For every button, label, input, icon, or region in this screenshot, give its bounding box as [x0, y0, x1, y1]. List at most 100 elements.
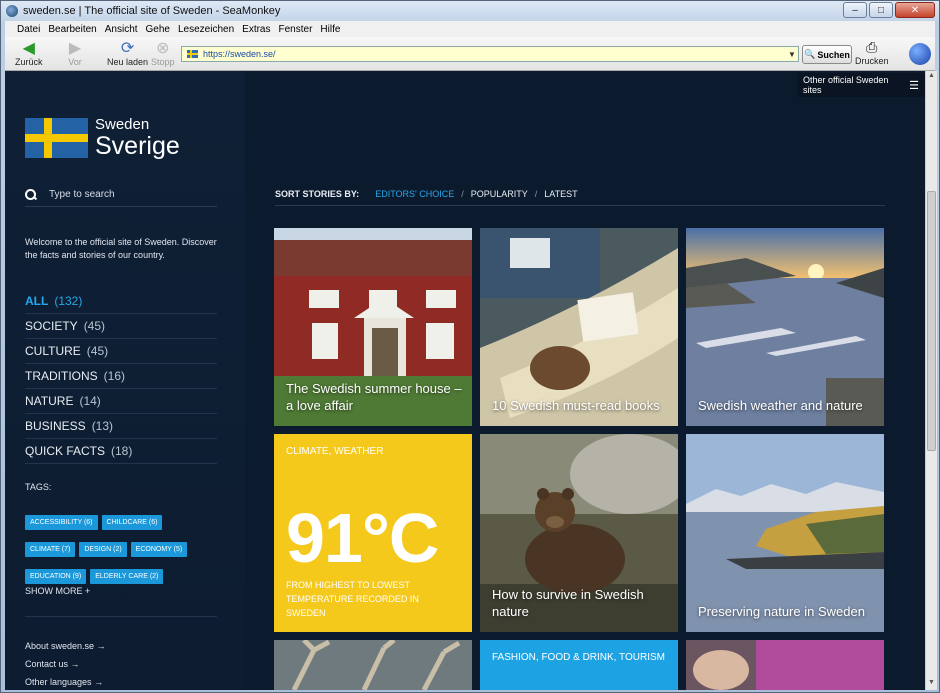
tag-climate[interactable]: CLIMATE (7) [25, 542, 76, 557]
window-title: sweden.se | The official site of Sweden … [23, 5, 281, 17]
category-all[interactable]: ALL (132) [25, 289, 217, 314]
seamonkey-logo-icon [909, 43, 931, 65]
menu-file[interactable]: Datei [17, 24, 40, 35]
tag-education[interactable]: EDUCATION (9) [25, 569, 87, 584]
reload-button[interactable]: ⟳ Neu laden [107, 39, 148, 67]
forward-arrow-icon: ▶ [68, 40, 82, 57]
site-sidebar: Sweden Sverige Type to search Welcome to… [5, 71, 245, 690]
swedish-flag-icon [25, 118, 88, 158]
site-logo[interactable]: Sweden Sverige [25, 117, 180, 159]
story-card-books[interactable]: 10 Swedish must-read books [480, 228, 678, 426]
logo-sweden: Sweden [95, 116, 150, 133]
scrollbar-thumb[interactable] [927, 191, 936, 451]
card-caption: Swedish weather and nature [698, 398, 863, 413]
url-dropdown-icon[interactable]: ▼ [786, 50, 798, 59]
menu-go[interactable]: Gehe [146, 24, 170, 35]
url-bar[interactable]: https://sweden.se/ ▼ [181, 46, 799, 62]
logo-sverige: Sverige [95, 132, 180, 160]
card-text: FROM HIGHEST TO LOWEST TEMPERATURE RECOR… [286, 580, 419, 618]
sort-latest[interactable]: LATEST [544, 189, 577, 199]
category-quick-facts[interactable]: QUICK FACTS (18) [25, 439, 217, 464]
card-category: CLIMATE, WEATHER [286, 446, 384, 457]
print-button[interactable]: ⎙ Drucken [855, 39, 889, 66]
card-category: FASHION, FOOD & DRINK, TOURISM [492, 652, 665, 663]
arrow-right-icon: → [94, 677, 104, 687]
divider [25, 616, 217, 617]
hamburger-icon: ☰ [909, 79, 919, 92]
reload-icon: ⟳ [120, 40, 135, 57]
site-flag-icon [187, 50, 198, 58]
story-card-antlers[interactable] [274, 640, 472, 690]
category-society[interactable]: SOCIETY (45) [25, 314, 217, 339]
scroll-down-icon[interactable]: ▼ [927, 679, 936, 689]
link-about[interactable]: About sweden.se → [25, 641, 106, 659]
story-card-summer-house[interactable]: The Swedish summer house – a love affair [274, 228, 472, 426]
story-card-survive-nature[interactable]: How to survive in Swedish nature [480, 434, 678, 632]
card-caption: How to survive in Swedish nature [492, 587, 644, 619]
search-icon [25, 188, 37, 201]
tag-accessibility[interactable]: ACCESSIBILITY (6) [25, 515, 98, 530]
sort-editors-choice[interactable]: EDITORS' CHOICE [375, 189, 454, 199]
menu-bar: Datei Bearbeiten Ansicht Gehe Lesezeiche… [5, 21, 935, 37]
menu-view[interactable]: Ansicht [105, 24, 138, 35]
reindeer-antlers-image [274, 640, 472, 690]
menu-help[interactable]: Hilfe [320, 24, 340, 35]
story-card-crafts[interactable] [686, 640, 884, 690]
category-nature[interactable]: NATURE (14) [25, 389, 217, 414]
menu-window[interactable]: Fenster [279, 24, 313, 35]
forward-button[interactable]: ▶ Vor [65, 39, 85, 67]
menu-edit[interactable]: Bearbeiten [48, 24, 96, 35]
site-search-input[interactable]: Type to search [25, 183, 217, 207]
story-card-preserving-nature[interactable]: Preserving nature in Sweden [686, 434, 884, 632]
url-text: https://sweden.se/ [203, 49, 276, 59]
other-sites-button[interactable]: Other official Sweden sites ☰ [797, 73, 925, 97]
vertical-scrollbar[interactable]: ▲ ▼ [925, 71, 937, 690]
nav-toolbar: ◀ Zurück ▶ Vor ⟳ Neu laden ⊗ Stopp https… [5, 37, 935, 71]
plus-icon: + [85, 586, 91, 596]
story-card-temperature[interactable]: CLIMATE, WEATHER 91°C FROM HIGHEST TO LO… [274, 434, 472, 632]
browser-window: sweden.se | The official site of Sweden … [0, 0, 940, 693]
search-icon: 🔍 [804, 49, 816, 59]
close-button[interactable]: ✕ [895, 2, 935, 18]
crafts-image [686, 640, 884, 690]
welcome-text: Welcome to the official site of Sweden. … [25, 237, 217, 260]
link-other-languages[interactable]: Other languages → [25, 677, 106, 690]
back-button[interactable]: ◀ Zurück [15, 39, 43, 67]
arrow-right-icon: → [70, 659, 80, 669]
arrow-right-icon: → [96, 641, 106, 651]
search-placeholder: Type to search [49, 189, 115, 200]
show-more-button[interactable]: SHOW MORE + [25, 586, 90, 596]
tags-heading: TAGS: [25, 482, 52, 492]
category-business[interactable]: BUSINESS (13) [25, 414, 217, 439]
printer-icon: ⎙ [866, 39, 878, 55]
category-list: ALL (132) SOCIETY (45) CULTURE (45) TRADITI… [25, 289, 217, 464]
search-button[interactable]: 🔍 Suchen [802, 45, 852, 64]
tag-design[interactable]: DESIGN (2) [79, 542, 127, 557]
card-big-number: 91°C [286, 499, 439, 577]
story-card-fashion-food[interactable]: FASHION, FOOD & DRINK, TOURISM [480, 640, 678, 690]
category-traditions[interactable]: TRADITIONS (16) [25, 364, 217, 389]
seamonkey-icon [6, 5, 18, 17]
footer-links: About sweden.se → Contact us → Other lan… [25, 641, 106, 690]
maximize-button[interactable]: □ [869, 2, 893, 18]
card-caption: 10 Swedish must-read books [492, 398, 660, 413]
menu-bookmarks[interactable]: Lesezeichen [178, 24, 234, 35]
card-caption: The Swedish summer house – a love affair [286, 381, 462, 413]
card-caption: Preserving nature in Sweden [698, 604, 865, 619]
title-bar: sweden.se | The official site of Sweden … [1, 1, 939, 21]
page-viewport: Sweden Sverige Type to search Welcome to… [5, 71, 925, 690]
story-card-weather[interactable]: Swedish weather and nature [686, 228, 884, 426]
menu-tools[interactable]: Extras [242, 24, 270, 35]
minimize-button[interactable]: – [843, 2, 867, 18]
stop-button[interactable]: ⊗ Stopp [151, 39, 175, 67]
tag-economy[interactable]: ECONOMY (5) [130, 542, 188, 557]
tag-childcare[interactable]: CHILDCARE (6) [101, 515, 163, 530]
link-contact[interactable]: Contact us → [25, 659, 106, 677]
sort-popularity[interactable]: POPULARITY [471, 189, 528, 199]
tag-elderly-care[interactable]: ELDERLY CARE (2) [90, 569, 164, 584]
stop-icon: ⊗ [156, 40, 170, 57]
sort-label: SORT STORIES BY: [275, 188, 360, 199]
category-culture[interactable]: CULTURE (45) [25, 339, 217, 364]
scroll-up-icon[interactable]: ▲ [927, 72, 936, 82]
back-arrow-icon: ◀ [22, 40, 35, 57]
